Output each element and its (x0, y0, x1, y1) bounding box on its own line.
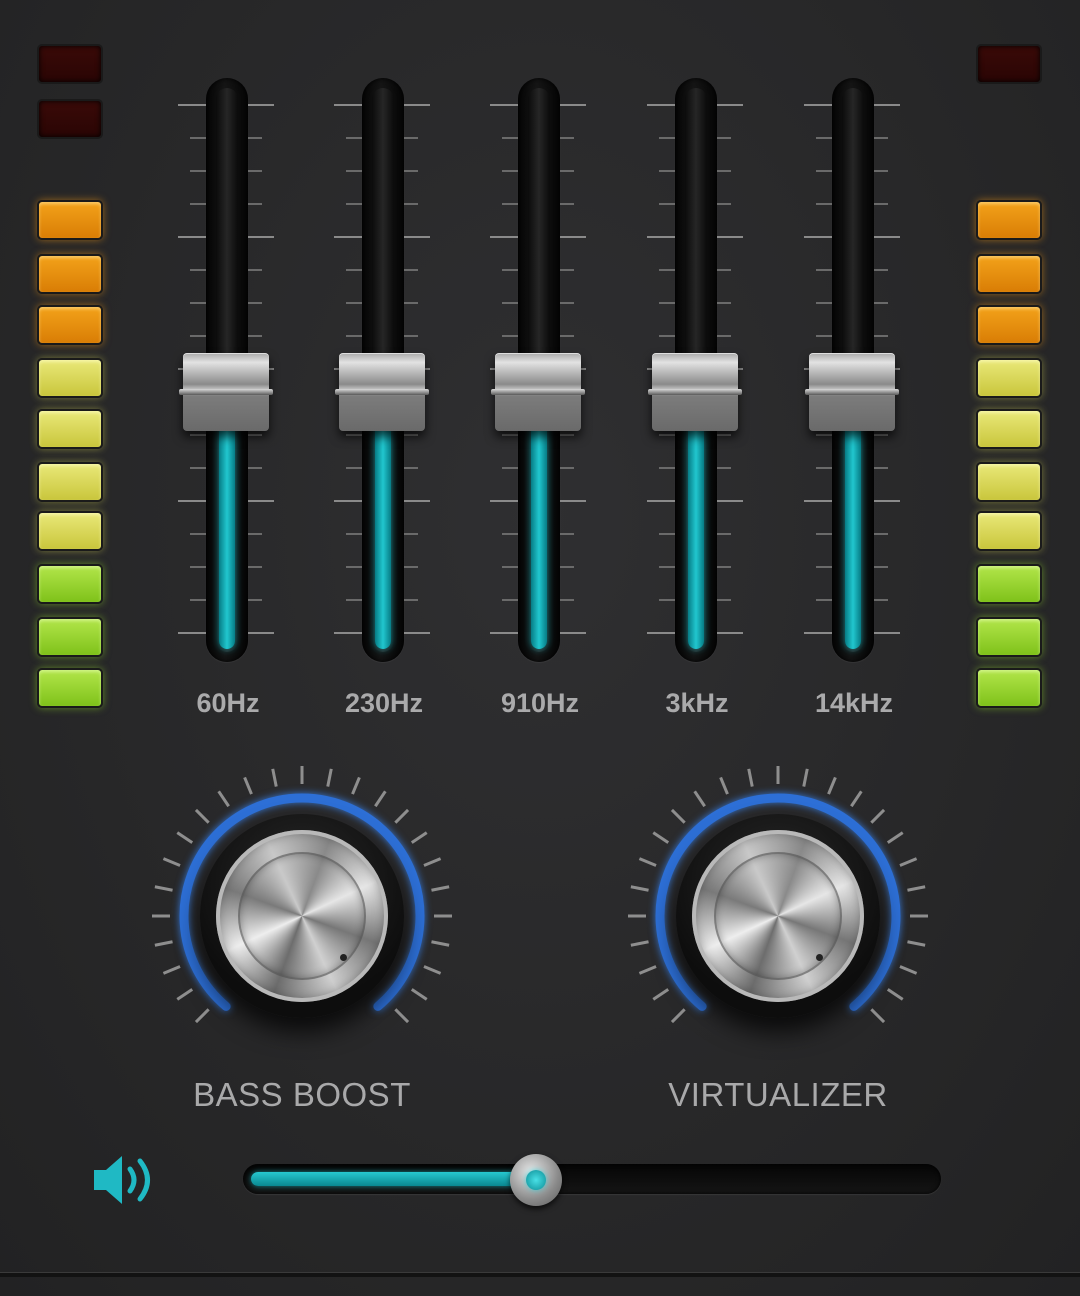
meter-led (976, 44, 1042, 84)
meter-led (37, 409, 103, 449)
speaker-icon[interactable] (90, 1152, 160, 1208)
meter-led (976, 254, 1042, 294)
meter-led (37, 564, 103, 604)
meter-led (37, 617, 103, 657)
eq-slider-thumb[interactable] (805, 353, 899, 431)
eq-slider-fill (688, 406, 704, 649)
eq-band-60hz: 60Hz (178, 78, 278, 738)
meter-led (37, 305, 103, 345)
meter-led (976, 305, 1042, 345)
virtualizer-control: VIRTUALIZER (618, 758, 938, 1113)
eq-band-910hz: 910Hz (490, 78, 590, 738)
virtualizer-label: VIRTUALIZER (668, 1076, 888, 1113)
eq-band-14khz: 14kHz (804, 78, 904, 738)
eq-slider-thumb[interactable] (179, 353, 273, 431)
volume-slider[interactable] (243, 1154, 941, 1206)
meter-led (976, 564, 1042, 604)
knob-face (692, 830, 864, 1002)
bottom-divider (0, 1272, 1080, 1277)
eq-slider-fill (375, 406, 391, 649)
volume-thumb[interactable] (510, 1154, 562, 1206)
volume-fill (251, 1172, 524, 1186)
meter-led (37, 668, 103, 708)
eq-slider-fill (219, 406, 235, 649)
meter-led (37, 462, 103, 502)
meter-led (976, 668, 1042, 708)
bass-boost-control: BASS BOOST (142, 758, 462, 1113)
eq-band-label: 3kHz (665, 688, 729, 718)
virtualizer-knob[interactable] (676, 814, 880, 1018)
meter-led (976, 617, 1042, 657)
eq-slider-fill (845, 406, 861, 649)
meter-led (976, 200, 1042, 240)
meter-led (976, 358, 1042, 398)
bass-boost-label: BASS BOOST (193, 1076, 411, 1113)
bass-boost-knob[interactable] (200, 814, 404, 1018)
knob-indicator (340, 954, 347, 961)
meter-led (976, 462, 1042, 502)
meter-led (37, 99, 103, 139)
meter-led (37, 254, 103, 294)
meter-led (976, 511, 1042, 551)
meter-led (37, 200, 103, 240)
eq-slider-thumb[interactable] (648, 353, 742, 431)
meter-led (976, 409, 1042, 449)
eq-band-label: 60Hz (196, 688, 260, 718)
eq-slider-fill (531, 406, 547, 649)
meter-led (37, 511, 103, 551)
meter-led (37, 358, 103, 398)
eq-band-230hz: 230Hz (334, 78, 434, 738)
meter-led (37, 44, 103, 84)
knob-face (216, 830, 388, 1002)
eq-band-label: 230Hz (344, 688, 424, 718)
eq-band-3khz: 3kHz (647, 78, 747, 738)
eq-slider-thumb[interactable] (335, 353, 429, 431)
eq-band-label: 910Hz (500, 688, 580, 718)
eq-slider-thumb[interactable] (491, 353, 585, 431)
eq-band-label: 14kHz (814, 688, 894, 718)
knob-indicator (816, 954, 823, 961)
